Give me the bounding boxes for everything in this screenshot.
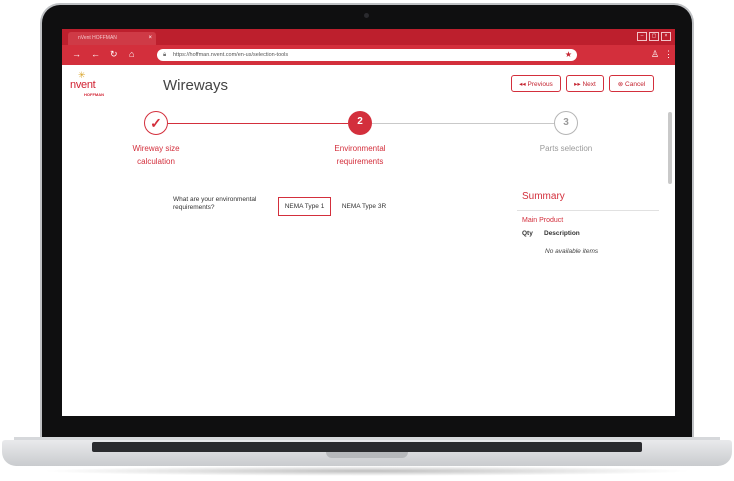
description-column-header: Description (544, 230, 580, 237)
close-window-button[interactable]: × (661, 32, 671, 41)
step-2-label-line2: requirements (336, 157, 384, 166)
step-3-label-line1: Parts selection (539, 144, 593, 153)
next-button[interactable]: ▸▸ Next (566, 75, 604, 92)
step-1-label-line2: calculation (137, 157, 175, 166)
step-3-label[interactable]: Parts selection (521, 142, 611, 155)
check-icon: ✓ (150, 115, 162, 131)
nvent-hoffman-logo[interactable]: ✳ nvent HOFFMAN (66, 70, 122, 100)
empty-items-text: No available items (545, 248, 599, 255)
window-controls: – ▢ × (637, 32, 671, 41)
scrollbar-thumb[interactable] (668, 112, 672, 184)
lock-icon: 🔒︎ (163, 52, 167, 58)
summary-title: Summary (522, 191, 565, 202)
laptop-keyboard (92, 442, 642, 452)
step-2-label-line1: Environmental (334, 144, 386, 153)
qty-column-header: Qty (522, 230, 533, 237)
logo-sub: HOFFMAN (84, 92, 104, 97)
previous-label: Previous (527, 81, 553, 88)
browser-tab[interactable]: nVent HOFFMAN × (68, 32, 156, 45)
page-title: Wireways (163, 77, 229, 94)
tab-close-icon[interactable]: × (148, 32, 152, 45)
address-bar[interactable]: 🔒︎ https://hoffman.nvent.com/en-us/selec… (157, 49, 577, 61)
forward-icon[interactable]: → (72, 48, 81, 60)
cancel-button[interactable]: ⊗ Cancel (609, 75, 654, 92)
webcam (364, 13, 369, 18)
step-1-label-line1: Wireway size (132, 144, 180, 153)
screen: nVent HOFFMAN × – ▢ × → ← ↻ ⌂ 🔒︎ https:/… (62, 29, 675, 416)
cancel-label: Cancel (625, 81, 646, 88)
main-product-heading: Main Product (522, 217, 564, 224)
environment-question: What are your environmental requirements… (173, 196, 257, 211)
cancel-circle-icon: ⊗ (617, 81, 624, 88)
laptop-notch (326, 452, 408, 458)
reload-icon[interactable]: ↻ (110, 48, 118, 60)
minimize-button[interactable]: – (637, 32, 647, 41)
url-text: https://hoffman.nvent.com/en-us/selectio… (173, 52, 289, 58)
tab-title: nVent HOFFMAN (78, 35, 117, 41)
step-2-number: 2 (357, 116, 363, 127)
step-2-circle[interactable]: 2 (348, 111, 372, 135)
back-icon[interactable]: ← (91, 48, 100, 60)
step-connector-2 (372, 123, 554, 124)
logo-brand: nvent (70, 79, 96, 91)
step-1-circle[interactable]: ✓ (144, 111, 168, 135)
fast-forward-icon: ▸▸ (574, 81, 581, 88)
profile-icon[interactable]: ♙ (651, 48, 659, 60)
option-nema-type-3r[interactable]: NEMA Type 3R (336, 197, 392, 216)
step-3-number: 3 (563, 117, 569, 128)
star-icon[interactable]: ★ (565, 49, 572, 61)
step-1-label[interactable]: Wireway size calculation (111, 142, 201, 168)
step-2-label[interactable]: Environmental requirements (315, 142, 405, 168)
summary-divider (517, 210, 659, 211)
address-toolbar: → ← ↻ ⌂ 🔒︎ https://hoffman.nvent.com/en-… (62, 45, 675, 65)
home-icon[interactable]: ⌂ (129, 48, 134, 60)
option-nema-type-1[interactable]: NEMA Type 1 (278, 197, 331, 216)
next-label: Next (582, 81, 596, 88)
rewind-icon: ◂◂ (519, 81, 526, 88)
step-3-circle[interactable]: 3 (554, 111, 578, 135)
previous-button[interactable]: ◂◂ Previous (511, 75, 561, 92)
step-connector-1 (168, 123, 348, 124)
menu-dots-icon[interactable]: ⋮ (664, 48, 673, 60)
tab-bar: nVent HOFFMAN × – ▢ × (62, 29, 675, 45)
maximize-button[interactable]: ▢ (649, 32, 659, 41)
laptop-shadow (40, 466, 694, 476)
